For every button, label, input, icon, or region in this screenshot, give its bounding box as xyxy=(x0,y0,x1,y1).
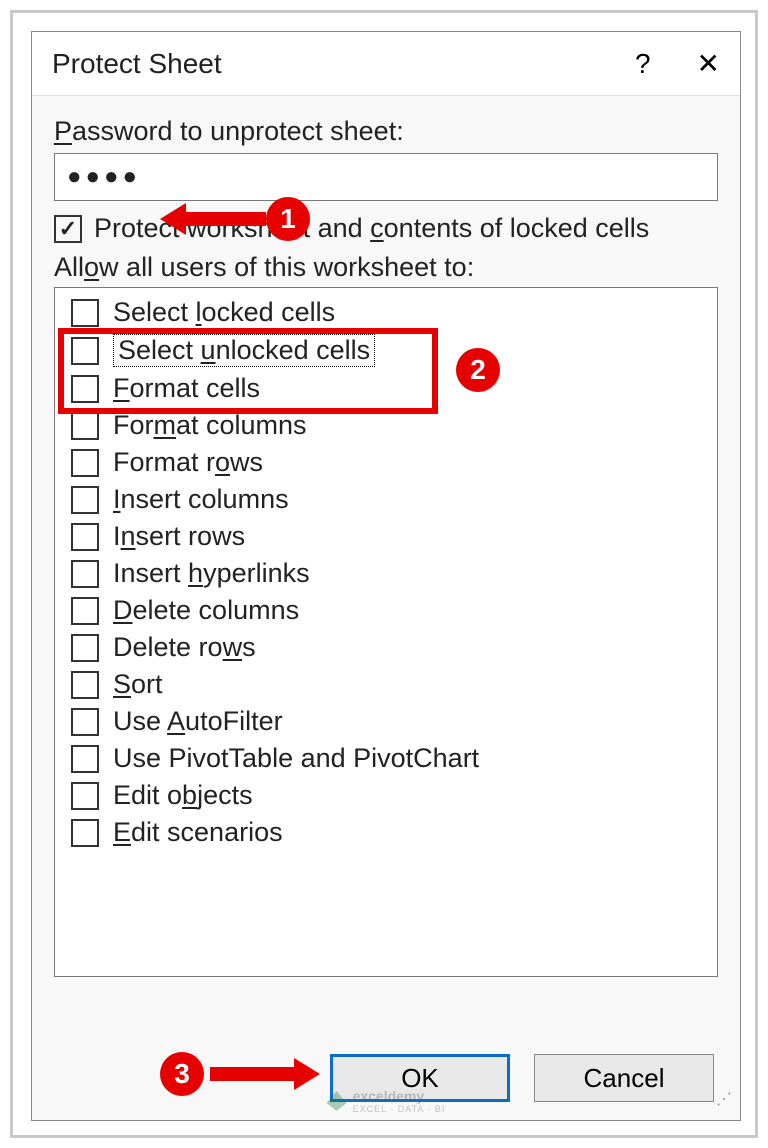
password-input[interactable]: ●●●● xyxy=(54,153,718,201)
checkbox-autofilter[interactable] xyxy=(71,708,99,736)
perm-label: Edit scenarios xyxy=(113,817,283,848)
list-item: Select unlocked cells xyxy=(61,331,711,370)
screenshot-frame: Protect Sheet ? ✕ Password to unprotect … xyxy=(10,10,758,1138)
help-icon[interactable]: ? xyxy=(635,48,651,80)
perm-label: Delete columns xyxy=(113,595,299,626)
watermark-tagline: EXCEL · DATA · BI xyxy=(353,1104,446,1114)
list-item: Format columns xyxy=(61,407,711,444)
checkbox-select-unlocked[interactable] xyxy=(71,337,99,365)
checkbox-edit-scenarios[interactable] xyxy=(71,819,99,847)
checkbox-format-columns[interactable] xyxy=(71,412,99,440)
watermark: exceldemy EXCEL · DATA · BI xyxy=(327,1088,446,1114)
list-item: Delete rows xyxy=(61,629,711,666)
perm-label: Insert columns xyxy=(113,484,289,515)
checkbox-select-locked[interactable] xyxy=(71,299,99,327)
checkbox-pivot[interactable] xyxy=(71,745,99,773)
checkbox-edit-objects[interactable] xyxy=(71,782,99,810)
checkbox-insert-columns[interactable] xyxy=(71,486,99,514)
annotation-badge-1: 1 xyxy=(266,197,310,241)
perm-label: Delete rows xyxy=(113,632,256,663)
cancel-button[interactable]: Cancel xyxy=(534,1054,714,1102)
list-item: Use AutoFilter xyxy=(61,703,711,740)
checkbox-sort[interactable] xyxy=(71,671,99,699)
protect-sheet-dialog: Protect Sheet ? ✕ Password to unprotect … xyxy=(31,31,741,1121)
list-item: Format cells xyxy=(61,370,711,407)
list-item: Use PivotTable and PivotChart xyxy=(61,740,711,777)
permissions-listbox[interactable]: Select locked cells Select unlocked cell… xyxy=(54,287,718,977)
watermark-logo-icon xyxy=(327,1091,347,1111)
close-icon[interactable]: ✕ xyxy=(697,47,720,80)
perm-label: Format columns xyxy=(113,410,307,441)
perm-label: Select locked cells xyxy=(113,297,335,328)
list-item: Delete columns xyxy=(61,592,711,629)
perm-label: Format cells xyxy=(113,373,260,404)
perm-label: Select unlocked cells xyxy=(113,334,375,367)
perm-label: Edit objects xyxy=(113,780,253,811)
list-item: Insert columns xyxy=(61,481,711,518)
list-item: Edit scenarios xyxy=(61,814,711,851)
perm-label: Use PivotTable and PivotChart xyxy=(113,743,479,774)
perm-label: Use AutoFilter xyxy=(113,706,283,737)
checkbox-insert-hyperlinks[interactable] xyxy=(71,560,99,588)
checkbox-delete-columns[interactable] xyxy=(71,597,99,625)
checkbox-format-cells[interactable] xyxy=(71,375,99,403)
annotation-arrow-1: 1 xyxy=(160,197,310,241)
protect-contents-checkbox[interactable] xyxy=(54,215,82,243)
list-item: Select locked cells xyxy=(61,294,711,331)
checkbox-insert-rows[interactable] xyxy=(71,523,99,551)
dialog-title: Protect Sheet xyxy=(52,48,635,80)
list-item: Insert rows xyxy=(61,518,711,555)
annotation-badge-3: 3 xyxy=(160,1052,204,1096)
password-label: Password to unprotect sheet: xyxy=(54,116,718,147)
list-item: Edit objects xyxy=(61,777,711,814)
perm-label: Insert hyperlinks xyxy=(113,558,310,589)
annotation-badge-2: 2 xyxy=(456,348,500,392)
list-item: Format rows xyxy=(61,444,711,481)
titlebar: Protect Sheet ? ✕ xyxy=(32,32,740,96)
annotation-arrow-3: 3 xyxy=(160,1052,320,1096)
list-item: Sort xyxy=(61,666,711,703)
checkbox-delete-rows[interactable] xyxy=(71,634,99,662)
list-item: Insert hyperlinks xyxy=(61,555,711,592)
allow-users-label: Allow all users of this worksheet to: xyxy=(54,252,718,283)
perm-label: Sort xyxy=(113,669,163,700)
checkbox-format-rows[interactable] xyxy=(71,449,99,477)
perm-label: Format rows xyxy=(113,447,263,478)
perm-label: Insert rows xyxy=(113,521,245,552)
password-value: ●●●● xyxy=(67,163,141,191)
resize-grip-icon[interactable]: ⋰ xyxy=(716,1096,736,1116)
watermark-brand: exceldemy xyxy=(353,1088,446,1104)
